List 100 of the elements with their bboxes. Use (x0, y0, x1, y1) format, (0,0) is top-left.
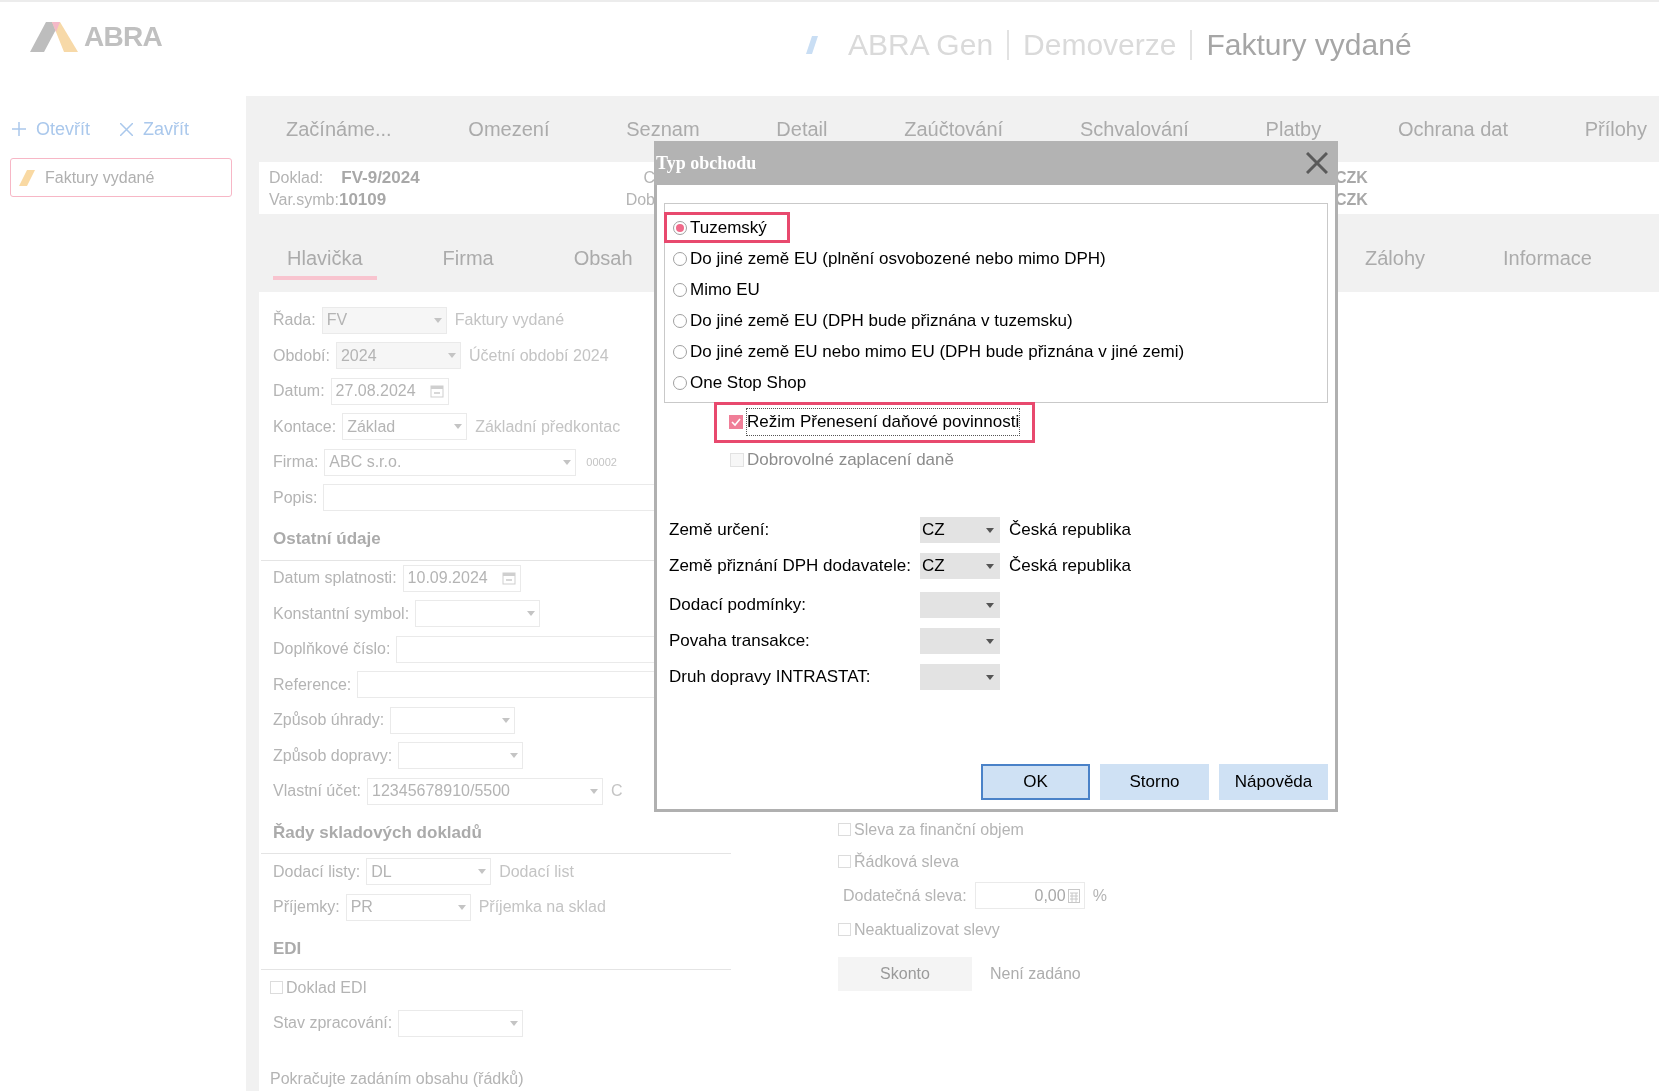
field-label: Způsob dopravy: (273, 745, 393, 766)
logo-text: ABRA (84, 20, 163, 54)
caret-icon (986, 638, 994, 644)
dialog-button[interactable]: OK (981, 764, 1090, 800)
field-label: Doklad: (269, 167, 324, 188)
caret-icon (447, 353, 456, 359)
combo-box[interactable] (398, 1009, 524, 1037)
field-label: Stav zpracování: (273, 1013, 393, 1034)
field-description: Základní předkontac (475, 416, 621, 437)
field-description: Účetní období 2024 (468, 345, 609, 366)
skonto-button[interactable]: Skonto (838, 956, 972, 991)
checkbox-label: Sleva za finanční objem (854, 819, 1024, 840)
field-label: Dob (625, 189, 655, 210)
field-label: Období: (273, 345, 330, 366)
combo-box[interactable] (390, 706, 516, 734)
date-field[interactable]: 10.09.2024 (402, 564, 521, 592)
caret-icon (478, 869, 487, 875)
menu-tab[interactable]: Omezení (468, 113, 550, 144)
checkbox[interactable] (838, 923, 851, 936)
radio-label: Tuzemský (690, 216, 767, 239)
combo-box[interactable]: CZ (920, 553, 1000, 579)
radio-label: Mimo EU (690, 278, 760, 301)
menu-tab[interactable]: Seznam (626, 113, 700, 144)
field-label: Vlastní účet: (273, 781, 362, 802)
field-label: Firma: (273, 452, 319, 473)
checkbox[interactable] (838, 823, 851, 836)
menu-tab[interactable]: Schvalování (1079, 113, 1189, 144)
field-label: Dodací podmínky: (669, 594, 807, 617)
dialog-button[interactable]: Storno (1100, 764, 1209, 800)
date-field[interactable]: 27.08.2024 (330, 377, 449, 405)
field-label: Var.symb: (269, 189, 339, 210)
combo-box[interactable]: 2024 (335, 342, 461, 370)
combo-box[interactable] (920, 592, 1000, 618)
tab[interactable]: Hlavička (273, 239, 377, 280)
combo-box[interactable]: ABC s.r.o. (324, 448, 577, 476)
unit-label: % (1092, 885, 1107, 906)
combo-box[interactable]: FV (321, 306, 447, 334)
status-text: Není zadáno (990, 963, 1081, 984)
radio-option[interactable]: Do jiné země EU (plnění osvobozené nebo mimo DPH) (673, 243, 1106, 274)
combo-box[interactable]: 12345678910/5500 (367, 777, 604, 805)
menu-tab[interactable]: Zaúčtování (904, 113, 1004, 144)
section-heading: Řady skladových dokladů (273, 821, 482, 844)
menu-tab[interactable]: Začínáme... (286, 113, 392, 144)
hint-text: Pokračujte zadáním obsahu (řádků) (270, 1069, 524, 1089)
field-label: Země přiznání DPH dodavatele: (669, 555, 912, 578)
combo-box[interactable] (398, 742, 524, 770)
field-label: Řada: (273, 309, 316, 331)
number-field[interactable]: 0,00 (974, 882, 1085, 909)
code-text: 00002 (586, 455, 617, 470)
radio-option[interactable]: Tuzemský (664, 212, 790, 243)
field-value: 10109 (338, 189, 387, 212)
field-label: Příjemky: (273, 897, 340, 918)
field-label: Popis: (273, 487, 318, 508)
checkbox-label: Režim Přenesení daňové povinnosti (746, 408, 1021, 436)
field-label: Způsob úhrady: (273, 710, 385, 731)
field-description: C (611, 781, 623, 802)
checkbox-option[interactable]: Režim Přenesení daňové povinnosti (714, 401, 1036, 443)
menu-tab[interactable]: Detail (776, 113, 828, 144)
dialog-title: Typ obchodu (656, 151, 757, 175)
field-description: Dodací list (499, 861, 574, 882)
tab[interactable]: Obsah (559, 239, 647, 280)
menu-tab[interactable]: Ochrana dat (1397, 113, 1508, 144)
tab[interactable]: Zálohy (1351, 239, 1440, 280)
radio-label: Do jiné země EU (plnění osvobozené nebo mimo DPH) (690, 247, 1106, 270)
radio-option[interactable]: Do jiné země EU (DPH bude přiznána v tuzemsku) (673, 305, 1073, 336)
radio-option[interactable]: One Stop Shop (673, 367, 807, 398)
action-button[interactable]: Zavřít (120, 115, 190, 143)
menu-tab[interactable]: Přílohy (1584, 113, 1647, 144)
checkbox[interactable] (270, 981, 283, 995)
caret-icon (986, 563, 994, 569)
radio-option[interactable]: Do jiné země EU nebo mimo EU (DPH bude přiznána v jiné zemi) (673, 336, 1185, 367)
field-label: Země určení: (669, 519, 771, 542)
checkbox[interactable] (838, 855, 851, 868)
action-button[interactable]: Otevřít (12, 115, 90, 143)
tab[interactable]: Firma (428, 239, 508, 280)
close-icon (1306, 152, 1328, 174)
tab[interactable]: Informace (1489, 239, 1606, 280)
check-icon (731, 417, 741, 427)
menu-tab[interactable]: Platby (1265, 113, 1322, 144)
close-icon (120, 122, 133, 136)
checkbox[interactable] (729, 415, 743, 429)
field-label: Konstantní symbol: (273, 603, 410, 624)
combo-box[interactable]: Základ (342, 413, 468, 441)
field-label: Dodací listy: (273, 861, 361, 882)
calendar-icon (501, 571, 516, 586)
radio-option[interactable]: Mimo EU (673, 274, 760, 305)
sidebar-item[interactable]: Faktury vydané (10, 158, 232, 197)
field-description: Faktury vydané (454, 310, 565, 331)
field-label: Dodatečná sleva: (843, 885, 967, 906)
combo-box[interactable] (415, 600, 541, 628)
dialog-button[interactable]: Nápověda (1219, 764, 1328, 800)
caret-icon (502, 717, 511, 723)
combo-box[interactable]: DL (366, 858, 492, 886)
combo-box[interactable] (920, 664, 1000, 690)
field-description: Česká republika (1009, 519, 1131, 542)
combo-box[interactable] (920, 628, 1000, 654)
caret-icon (454, 424, 463, 430)
combo-box[interactable]: CZ (920, 517, 1000, 543)
caret-icon (590, 788, 599, 794)
combo-box[interactable]: PR (345, 893, 471, 921)
